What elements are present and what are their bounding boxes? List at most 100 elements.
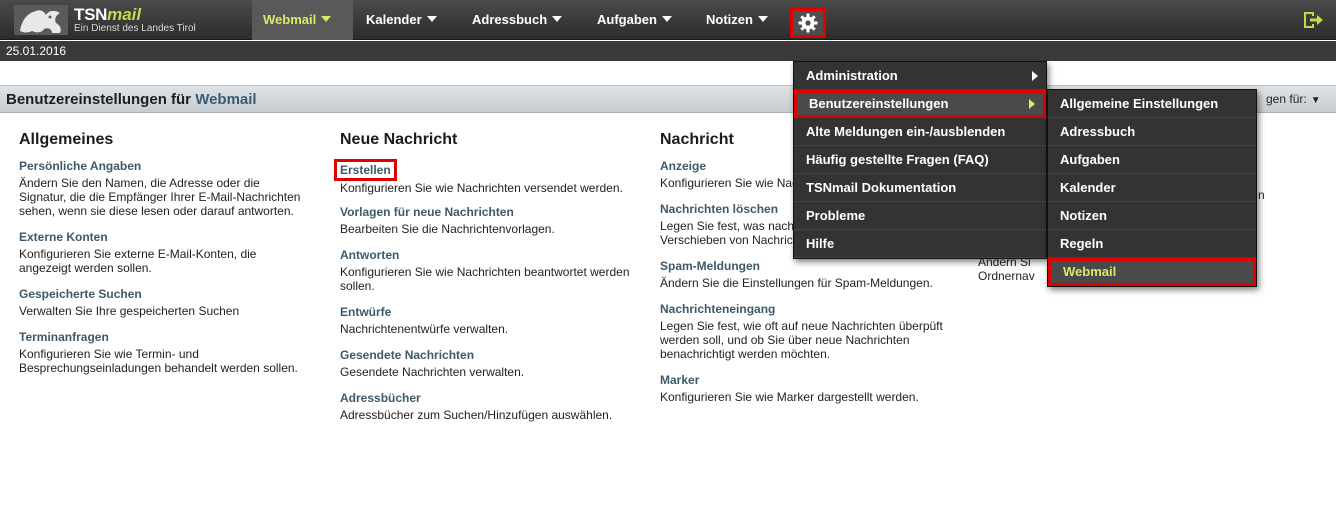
submenu-item-adressbuch[interactable]: Adressbuch [1048,118,1256,146]
settings-section: Gespeicherte Suchen Verwalten Sie Ihre g… [19,287,309,318]
settings-description: Gesendete Nachrichten verwalten. [340,365,525,379]
brand-accent: mail [107,5,142,24]
settings-button[interactable] [790,8,826,38]
submenu-item-allgemeine-einstellungen[interactable]: Allgemeine Einstellungen [1048,90,1256,118]
fragment-line: Ordnernav [978,269,1035,283]
settings-link-externe-konten[interactable]: Externe Konten [19,230,309,244]
submenu-item-label: Regeln [1060,236,1104,251]
tirol-lion-icon [14,5,68,35]
settings-section: Externe Konten Konfigurieren Sie externe… [19,230,309,275]
page-title-prefix: Benutzereinstellungen für [6,91,196,108]
nav-kalender[interactable]: Kalender [366,0,437,40]
menu-item-alte-meldungen[interactable]: Alte Meldungen ein-/ausblenden [794,118,1046,146]
submenu-item-notizen[interactable]: Notizen [1048,202,1256,230]
column-heading: Allgemeines [19,131,114,148]
dropdown-arrow-icon: ▼ [1310,95,1321,106]
settings-section: Erstellen Konfigurieren Sie wie Nachrich… [334,159,640,195]
logout-icon [1304,12,1323,28]
settings-link-adressbuecher[interactable]: Adressbücher [340,391,640,405]
settings-section: Spam-Meldungen Ändern Sie die Einstellun… [660,259,960,290]
menu-item-label: Alte Meldungen ein-/ausblenden [806,124,1006,139]
chevron-right-icon [1032,71,1038,81]
nav-adressbuch-label: Adressbuch [472,12,548,27]
submenu-item-label: Webmail [1063,264,1117,279]
settings-section: Nachrichteneingang Legen Sie fest, wie o… [660,302,960,361]
submenu-item-label: Kalender [1060,180,1116,195]
settings-description: Legen Sie fest, wie oft auf neue Nachric… [660,319,943,361]
nav-notizen[interactable]: Notizen [706,0,768,40]
submenu-item-label: Aufgaben [1060,152,1120,167]
settings-link-terminanfragen[interactable]: Terminanfragen [19,330,309,344]
menu-item-administration[interactable]: Administration [794,62,1046,90]
submenu-item-regeln[interactable]: Regeln [1048,230,1256,258]
settings-description: Nachrichtenentwürfe verwalten. [340,322,509,336]
settings-link-entwuerfe[interactable]: Entwürfe [340,305,640,319]
menu-item-faq[interactable]: Häufig gestellte Fragen (FAQ) [794,146,1046,174]
menu-item-benutzereinstellungen[interactable]: Benutzereinstellungen [794,90,1046,118]
submenu-item-aufgaben[interactable]: Aufgaben [1048,146,1256,174]
menu-item-label: Benutzereinstellungen [809,96,949,111]
settings-link-erstellen[interactable]: Erstellen [340,163,391,177]
user-settings-submenu: Allgemeine Einstellungen Adressbuch Aufg… [1047,89,1257,287]
logo-text: TSNmail Ein Dienst des Landes Tirol [74,6,196,34]
settings-description: Verwalten Sie Ihre gespeicherten Suchen [19,304,240,318]
page-title: Benutzereinstellungen für Webmail [6,91,257,108]
settings-description: Ändern Sie die Einstellungen für Spam-Me… [660,276,933,290]
chevron-down-icon [757,16,768,22]
menu-item-dokumentation[interactable]: TSNmail Dokumentation [794,174,1046,202]
column-heading: Neue Nachricht [340,131,458,148]
settings-description: Konfigurieren Sie wie Marker dargestellt… [660,390,919,404]
brand-main: TSN [74,5,108,24]
menu-item-probleme[interactable]: Probleme [794,202,1046,230]
settings-section: Antworten Konfigurieren Sie wie Nachrich… [340,248,640,293]
app-selector[interactable]: gen für: ▼ [1266,92,1321,106]
settings-description: Konfigurieren Sie wie Nachrichten versen… [340,181,623,195]
nav-aufgaben[interactable]: Aufgaben [597,0,672,40]
gear-icon [798,13,818,33]
tsnmail-logo[interactable]: TSNmail Ein Dienst des Landes Tirol [14,4,196,36]
settings-section: Gesendete Nachrichten Gesendete Nachrich… [340,348,640,379]
menu-item-label: Probleme [806,208,866,223]
settings-section: Marker Konfigurieren Sie wie Marker darg… [660,373,960,404]
settings-link-spam-meldungen[interactable]: Spam-Meldungen [660,259,960,273]
settings-section: Vorlagen für neue Nachrichten Bearbeiten… [340,205,640,236]
settings-link-vorlagen[interactable]: Vorlagen für neue Nachrichten [340,205,640,219]
logo-subtitle: Ein Dienst des Landes Tirol [74,23,196,34]
column-neue-nachricht: Neue Nachricht Erstellen Konfigurieren S… [334,131,640,434]
submenu-item-label: Notizen [1060,208,1107,223]
settings-description: Konfigurieren Sie externe E-Mail-Konten,… [19,247,257,275]
submenu-item-webmail[interactable]: Webmail [1048,258,1256,286]
nav-webmail[interactable]: Webmail [252,0,353,40]
submenu-item-kalender[interactable]: Kalender [1048,174,1256,202]
nav-aufgaben-label: Aufgaben [597,12,657,27]
settings-link-gesendete-nachrichten[interactable]: Gesendete Nachrichten [340,348,640,362]
highlight-box: Erstellen [334,159,397,181]
submenu-item-label: Allgemeine Einstellungen [1060,96,1219,111]
nav-notizen-label: Notizen [706,12,753,27]
chevron-down-icon [321,16,332,22]
settings-section: Persönliche Angaben Ändern Sie den Namen… [19,159,309,218]
page-title-app: Webmail [195,91,257,108]
menu-item-hilfe[interactable]: Hilfe [794,230,1046,258]
date-display: 25.01.2016 [0,41,1336,61]
chevron-down-icon [661,16,672,22]
settings-link-marker[interactable]: Marker [660,373,960,387]
settings-link-gespeicherte-suchen[interactable]: Gespeicherte Suchen [19,287,309,301]
settings-link-nachrichteneingang[interactable]: Nachrichteneingang [660,302,960,316]
chevron-down-icon [426,16,437,22]
nav-adressbuch[interactable]: Adressbuch [472,0,563,40]
settings-link-antworten[interactable]: Antworten [340,248,640,262]
settings-description: Konfigurieren Sie wie Nachrichten beantw… [340,265,630,293]
submenu-item-label: Adressbuch [1060,124,1136,139]
settings-link-persoenliche-angaben[interactable]: Persönliche Angaben [19,159,309,173]
chevron-right-icon [1029,99,1035,109]
settings-description: Ändern Sie den Namen, die Adresse oder d… [19,176,301,218]
column-allgemeines: Allgemeines Persönliche Angaben Ändern S… [19,131,309,387]
top-navigation-bar: TSNmail Ein Dienst des Landes Tirol Webm… [0,0,1336,40]
settings-description: Bearbeiten Sie die Nachrichtenvorlagen. [340,222,555,236]
app-selector-label: gen für: [1266,92,1307,106]
settings-dropdown-menu: Administration Benutzereinstellungen Alt… [793,61,1047,259]
menu-item-label: Hilfe [806,236,835,251]
logout-button[interactable] [1302,10,1324,30]
settings-description: Konfigurieren Sie wie Termin- und Bespre… [19,347,298,375]
